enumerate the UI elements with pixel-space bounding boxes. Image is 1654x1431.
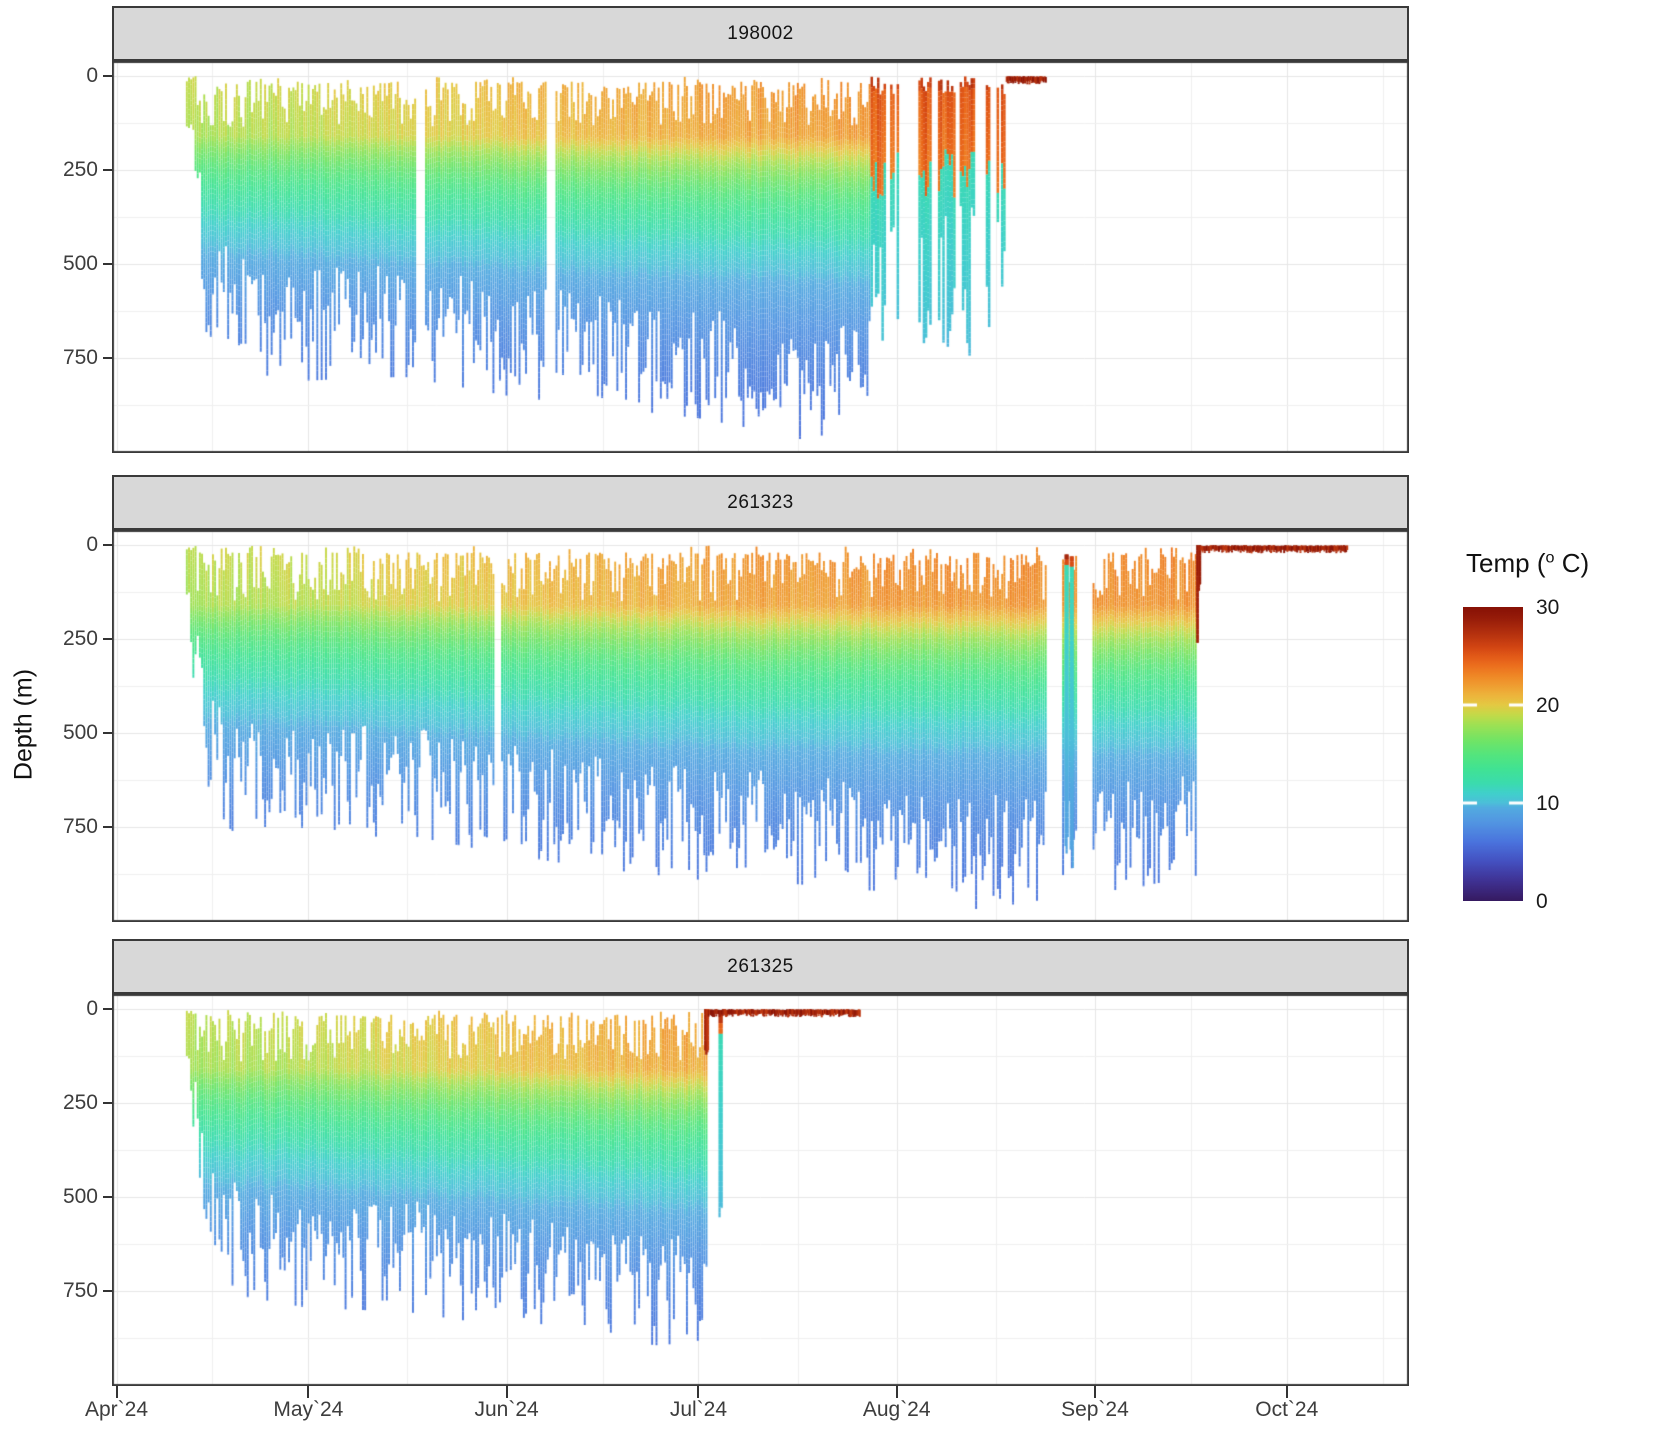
- legend-tick-label: 30: [1536, 597, 1559, 618]
- y-tick-label: 250: [28, 628, 98, 650]
- legend-tick-label: 10: [1536, 793, 1559, 814]
- x-tick-mark: [116, 1386, 118, 1398]
- y-tick-label: 0: [28, 998, 98, 1020]
- y-tick-label: 500: [28, 253, 98, 275]
- x-tick-mark: [506, 1386, 508, 1398]
- facet-strip-label: 198002: [727, 23, 793, 45]
- x-tick-label: Aug`24: [827, 1398, 967, 1422]
- depth-temperature-profile-figure: Depth (m) Temp (o C) 1980020250500750261…: [0, 0, 1654, 1431]
- y-tick-label: 500: [28, 722, 98, 744]
- y-tick-label: 0: [28, 65, 98, 87]
- y-tick-mark: [103, 732, 112, 734]
- y-tick-label: 250: [28, 1092, 98, 1114]
- facet-strip-label: 261323: [727, 492, 793, 514]
- y-tick-label: 500: [28, 1186, 98, 1208]
- y-tick-label: 750: [28, 816, 98, 838]
- facet-strip-label: 261325: [727, 956, 793, 978]
- y-tick-label: 750: [28, 1280, 98, 1302]
- legend-tick-label: 0: [1536, 891, 1548, 912]
- facet-strip-198002: 198002: [112, 6, 1409, 61]
- x-tick-mark: [697, 1386, 699, 1398]
- panel-canvas-261325: [112, 994, 1409, 1386]
- y-tick-label: 0: [28, 534, 98, 556]
- legend-title: Temp (o C): [1466, 548, 1589, 579]
- y-tick-label: 750: [28, 347, 98, 369]
- x-tick-label: Oct`24: [1217, 1398, 1357, 1422]
- facet-strip-261323: 261323: [112, 475, 1409, 530]
- x-tick-label: Jul`24: [628, 1398, 768, 1422]
- legend-colorbar: [1463, 607, 1523, 901]
- legend-title-close: C): [1562, 548, 1589, 578]
- y-tick-mark: [103, 1290, 112, 1292]
- x-tick-mark: [896, 1386, 898, 1398]
- x-tick-label: Apr`24: [47, 1398, 187, 1422]
- facet-strip-261325: 261325: [112, 939, 1409, 994]
- y-tick-mark: [103, 1196, 112, 1198]
- panel-canvas-261323: [112, 530, 1409, 922]
- x-tick-label: Sep`24: [1025, 1398, 1165, 1422]
- y-tick-mark: [103, 544, 112, 546]
- legend-tick-label: 20: [1536, 695, 1559, 716]
- y-tick-mark: [103, 1008, 112, 1010]
- y-tick-mark: [103, 169, 112, 171]
- y-tick-mark: [103, 263, 112, 265]
- x-tick-label: Jun`24: [437, 1398, 577, 1422]
- y-tick-label: 250: [28, 159, 98, 181]
- y-tick-mark: [103, 357, 112, 359]
- x-tick-mark: [1286, 1386, 1288, 1398]
- y-tick-mark: [103, 1102, 112, 1104]
- degree-symbol: o: [1545, 548, 1554, 566]
- panel-canvas-198002: [112, 61, 1409, 453]
- x-tick-mark: [1094, 1386, 1096, 1398]
- legend-title-word: Temp: [1466, 548, 1530, 578]
- x-tick-mark: [307, 1386, 309, 1398]
- y-tick-mark: [103, 826, 112, 828]
- x-tick-label: May`24: [238, 1398, 378, 1422]
- y-tick-mark: [103, 75, 112, 77]
- y-tick-mark: [103, 638, 112, 640]
